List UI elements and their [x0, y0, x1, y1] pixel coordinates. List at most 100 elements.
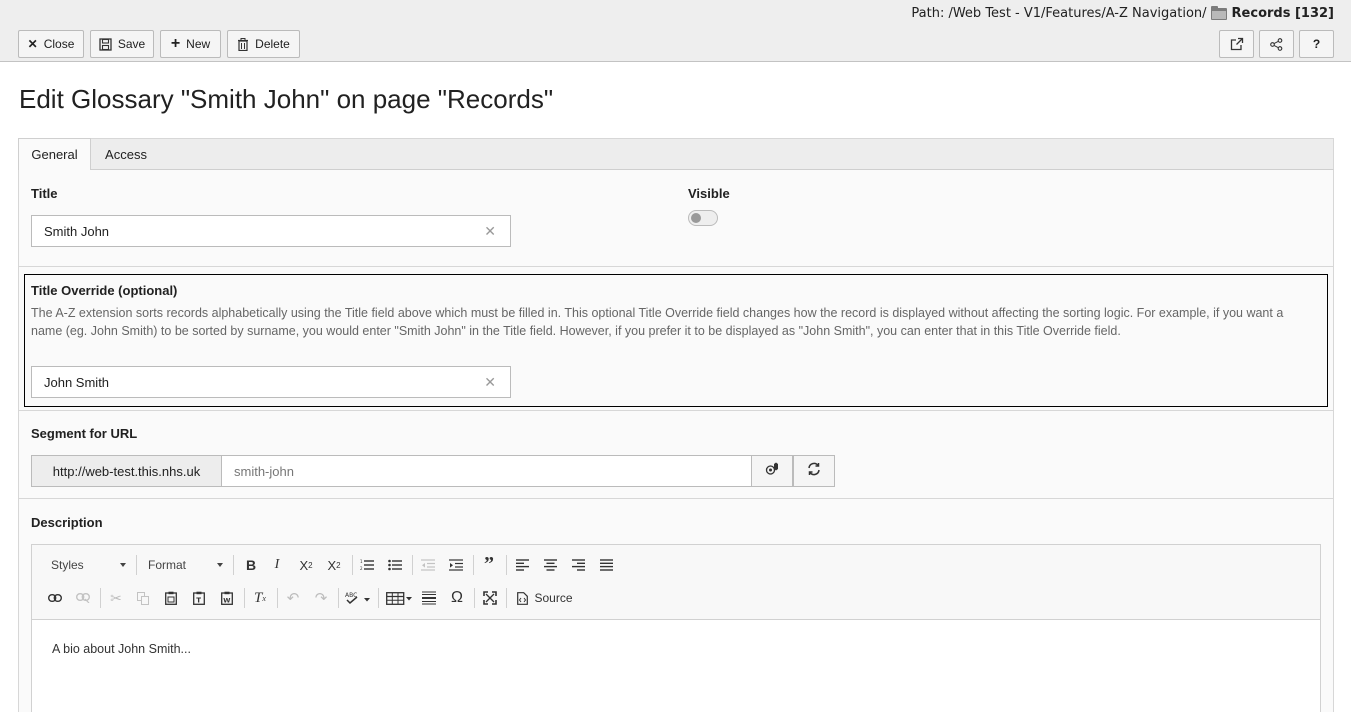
title-override-help: The A-Z extension sorts records alphabet…: [31, 306, 1284, 338]
styles-dropdown[interactable]: Styles: [40, 554, 130, 576]
superscript-icon[interactable]: X2: [322, 554, 346, 576]
description-label: Description: [31, 515, 103, 530]
delete-button[interactable]: Delete: [227, 30, 300, 58]
paste-icon[interactable]: [160, 587, 182, 609]
save-icon: [99, 37, 112, 51]
title-override-input[interactable]: John Smith ✕: [31, 366, 511, 398]
source-button[interactable]: Source: [512, 587, 578, 609]
slug-input[interactable]: smith-john: [221, 455, 752, 487]
source-icon: [517, 591, 529, 605]
clear-icon[interactable]: ✕: [484, 224, 496, 238]
title-override-label: Title Override (optional): [31, 283, 178, 298]
share-button[interactable]: [1259, 30, 1294, 58]
title-label: Title: [31, 186, 58, 201]
align-center-icon[interactable]: [539, 554, 561, 576]
toolbar-separator: [277, 588, 278, 608]
save-label: Save: [117, 37, 146, 51]
editor-toolbar: Styles Format B I X2 X2 12 ” ✂ T W T x ↶…: [32, 545, 1320, 620]
trash-icon: [237, 37, 249, 51]
visible-label: Visible: [688, 186, 730, 201]
paste-text-icon[interactable]: T: [188, 587, 210, 609]
remove-format-icon[interactable]: Tx: [249, 587, 271, 609]
svg-text:W: W: [223, 597, 230, 605]
visible-toggle[interactable]: [688, 210, 718, 226]
toolbar-separator: [244, 588, 245, 608]
toolbar-separator: [352, 555, 353, 575]
undo-icon[interactable]: ↶: [282, 587, 304, 609]
close-label: Close: [43, 37, 75, 51]
recalculate-slug-button[interactable]: [793, 455, 835, 487]
italic-icon[interactable]: I: [266, 554, 288, 576]
toggle-knob: [691, 213, 701, 223]
special-character-icon[interactable]: Ω: [446, 587, 468, 609]
align-right-icon[interactable]: [567, 554, 589, 576]
slug-prefix: http://web-test.this.nhs.uk: [31, 455, 222, 487]
slug-value: smith-john: [234, 463, 294, 479]
outdent-icon[interactable]: [417, 554, 439, 576]
breadcrumb-path: Path: /Web Test - V1/Features/A-Z Naviga…: [911, 6, 1207, 21]
horizontal-rule-icon[interactable]: [418, 587, 440, 609]
save-button[interactable]: Save: [90, 30, 154, 58]
toolbar-separator: [473, 555, 474, 575]
new-label: New: [186, 37, 211, 51]
title-input[interactable]: Smith John ✕: [31, 215, 511, 247]
link-icon[interactable]: [44, 587, 66, 609]
paste-word-icon[interactable]: W: [216, 587, 238, 609]
toolbar-separator: [506, 588, 507, 608]
plus-icon: +: [170, 35, 181, 52]
refresh-icon: [807, 462, 821, 480]
tab-general[interactable]: General: [18, 138, 91, 171]
lock-edit-icon: [765, 462, 780, 480]
close-icon: ✕: [27, 37, 38, 51]
module-header: Path: /Web Test - V1/Features/A-Z Naviga…: [0, 0, 1351, 62]
align-left-icon[interactable]: [511, 554, 533, 576]
numbered-list-icon[interactable]: 12: [356, 554, 378, 576]
title-value: Smith John: [44, 223, 110, 239]
unlink-icon[interactable]: [72, 587, 94, 609]
svg-text:1: 1: [360, 559, 363, 564]
cut-icon[interactable]: ✂: [105, 587, 127, 609]
blockquote-icon[interactable]: ”: [478, 553, 500, 575]
svg-text:2: 2: [360, 566, 363, 571]
clear-icon[interactable]: ✕: [484, 375, 496, 389]
toggle-slug-edit-button[interactable]: [751, 455, 793, 487]
open-new-window-button[interactable]: [1219, 30, 1254, 58]
toolbar-separator: [474, 588, 475, 608]
copy-icon[interactable]: [132, 587, 154, 609]
chevron-down-icon: [217, 563, 223, 567]
tab-access[interactable]: Access: [93, 138, 159, 170]
toolbar-separator: [136, 555, 137, 575]
indent-icon[interactable]: [445, 554, 467, 576]
bullet-list-icon[interactable]: [384, 554, 406, 576]
divider: [18, 498, 1334, 499]
table-icon[interactable]: [384, 587, 414, 609]
toolbar-separator: [338, 588, 339, 608]
breadcrumb-page: Records [132]: [1231, 6, 1334, 21]
format-label: Format: [148, 558, 187, 572]
styles-label: Styles: [51, 558, 84, 572]
align-justify-icon[interactable]: [595, 554, 617, 576]
spellcheck-icon[interactable]: ABC: [343, 587, 373, 609]
editor-content[interactable]: A bio about John Smith...: [52, 642, 191, 656]
subscript-icon[interactable]: X2: [294, 554, 318, 576]
share-icon: [1270, 37, 1283, 51]
toolbar-separator: [100, 588, 101, 608]
toolbar-separator: [412, 555, 413, 575]
title-override-value: John Smith: [44, 374, 110, 390]
source-label: Source: [534, 591, 573, 605]
divider: [18, 410, 1334, 411]
new-button[interactable]: + New: [160, 30, 221, 58]
chevron-down-icon: [120, 563, 126, 567]
format-dropdown[interactable]: Format: [142, 554, 227, 576]
tab-bar: General Access: [18, 138, 1334, 171]
close-button[interactable]: ✕ Close: [18, 30, 84, 58]
breadcrumb: Path: /Web Test - V1/Features/A-Z Naviga…: [911, 5, 1334, 21]
toolbar-separator: [233, 555, 234, 575]
help-button[interactable]: ?: [1299, 30, 1334, 58]
bold-icon[interactable]: B: [240, 554, 262, 576]
maximize-icon[interactable]: [479, 587, 501, 609]
redo-icon[interactable]: ↷: [310, 587, 332, 609]
slug-label: Segment for URL: [31, 426, 138, 441]
folder-icon: [1210, 5, 1227, 20]
svg-text:T: T: [196, 597, 201, 605]
